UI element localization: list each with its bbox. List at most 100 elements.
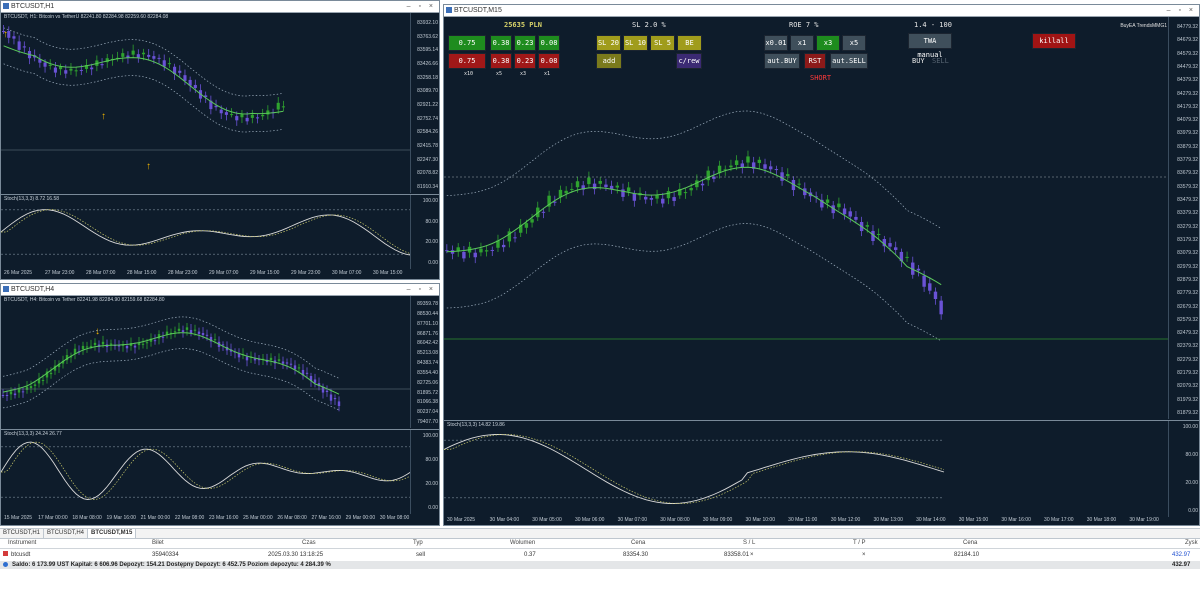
reset-button[interactable]: RST xyxy=(804,53,826,69)
multiplier-button-3[interactable]: x5 xyxy=(842,35,866,51)
upper-band-line xyxy=(446,110,942,229)
candle-body xyxy=(305,372,309,374)
stoch-pane[interactable]: Stoch(13,3,3) 8.72 16.58 100.00 80.00 20.0… xyxy=(1,194,439,269)
sell-lot-button-1[interactable]: 0.38 xyxy=(490,53,512,69)
sell-label[interactable]: SELL xyxy=(932,57,949,65)
window-titlebar[interactable]: BTCUSDT,M15 – ▫ × xyxy=(444,5,1199,17)
candle-body xyxy=(609,185,614,189)
kill-all-button[interactable]: killall xyxy=(1032,33,1076,49)
col-volume[interactable]: Wolumen xyxy=(510,540,535,546)
col-ticket[interactable]: Bilet xyxy=(152,540,164,546)
candle-body xyxy=(649,197,654,200)
candle-body xyxy=(848,211,852,217)
lower-band-line xyxy=(446,223,942,342)
close-reverse-button[interactable]: c/rew xyxy=(676,53,702,69)
candle-body xyxy=(928,283,932,291)
candle-body xyxy=(564,190,568,194)
time-tick-label: 26 Mar 2025 xyxy=(4,270,33,276)
buy-lot-button-0[interactable]: 0.75 xyxy=(448,35,486,51)
col-price[interactable]: Cena xyxy=(631,540,645,546)
window-title: BTCUSDT,H1 xyxy=(11,3,55,10)
time-tick-label: 30 Mar 07:00 xyxy=(332,270,362,276)
price-chart: ↓ xyxy=(1,316,411,412)
candle-body xyxy=(121,53,125,57)
sl-button-2[interactable]: SL 5 xyxy=(650,35,675,51)
time-tick-label: 27 Mar 16:00 xyxy=(311,515,341,521)
window-titlebar[interactable]: BTCUSDT,H4 – ▫ × xyxy=(1,284,439,296)
stoch-pane[interactable]: Stoch(13,3,3) 14.82 19.86 100.00 80.00 20.… xyxy=(444,420,1199,517)
chart-window-m15[interactable]: BTCUSDT,M15 – ▫ × 84779.32 84679.32 84579.… xyxy=(443,4,1200,526)
close-sl-icon[interactable]: × xyxy=(750,552,754,558)
sell-lot-button-2[interactable]: 0.23 xyxy=(514,53,536,69)
price-pane[interactable]: 84779.32 84679.32 84579.32 84479.32 84379.32… xyxy=(444,17,1199,419)
stoch-pane[interactable]: Stoch(13,3,3) 24.24 26.77 100.00 80.00 20.… xyxy=(1,429,439,514)
candle-body xyxy=(141,52,146,55)
axis-tick-label: 86042.42 xyxy=(417,340,438,347)
close-tp-icon[interactable]: × xyxy=(862,552,866,558)
tab-h1[interactable]: BTCUSDT,H1 xyxy=(0,529,45,538)
stoch-main-line xyxy=(444,434,945,504)
window-titlebar[interactable]: BTCUSDT,H1 – ▫ × xyxy=(1,1,439,13)
window-controls-icon[interactable]: – ▫ × xyxy=(407,284,436,295)
col-price2[interactable]: Cena xyxy=(963,540,977,546)
price-pane[interactable]: ↑ ↑ ↑ BTCUSDT, H1: Bitcoin vs TetherU 8224… xyxy=(1,13,439,193)
candle-body xyxy=(313,379,317,383)
tab-h4[interactable]: BTCUSDT,H4 xyxy=(44,529,89,538)
axis-tick-label: 83279.32 xyxy=(1177,223,1198,230)
axis-tick-label: 83554.40 xyxy=(417,369,438,376)
balance-label: 25635 PLN xyxy=(504,21,542,29)
auto-buy-button[interactable]: aut.BUY xyxy=(764,53,800,69)
chart-window-h4[interactable]: BTCUSDT,H4 – ▫ × ↓ BTCUSDT, H4: Bitcoin … xyxy=(0,283,440,526)
window-title: BTCUSDT,H4 xyxy=(11,286,55,293)
sl-button-3[interactable]: BE xyxy=(677,35,702,51)
time-tick-label: 30 Mar 13:00 xyxy=(873,517,903,523)
sl-button-0[interactable]: SL 20 xyxy=(596,35,621,51)
buy-lot-button-1[interactable]: 0.38 xyxy=(490,35,512,51)
candle-body xyxy=(101,341,105,345)
tab-m15[interactable]: BTCUSDT,M15 xyxy=(88,529,137,538)
multiplier-button-1[interactable]: x1 xyxy=(790,35,814,51)
col-time[interactable]: Czas xyxy=(302,540,316,546)
sl-button-1[interactable]: SL 10 xyxy=(623,35,648,51)
candle-body xyxy=(277,359,281,361)
col-type[interactable]: Typ xyxy=(413,540,423,546)
twa-manual-button[interactable]: TWA manual xyxy=(908,33,952,59)
multiplier-button-2[interactable]: x3 xyxy=(816,35,840,51)
candle-body xyxy=(25,386,29,390)
candle-body xyxy=(145,342,149,344)
window-controls-icon[interactable]: – ▫ × xyxy=(407,1,436,12)
candle-body xyxy=(769,166,773,170)
chart-window-h1[interactable]: BTCUSDT,H1 – ▫ × ↑ ↑ ↑ BTCUSDT, H1: Bitcoi… xyxy=(0,0,440,280)
buy-lot-button-3[interactable]: 0.08 xyxy=(538,35,560,51)
sell-lot-button-0[interactable]: 0.75 xyxy=(448,53,486,69)
candle-body xyxy=(325,390,329,392)
buy-label[interactable]: BUY xyxy=(912,57,925,65)
col-sl[interactable]: S / L xyxy=(743,540,755,546)
axis-tick-label: 81910.34 xyxy=(417,184,438,190)
auto-sell-button[interactable]: aut.SELL xyxy=(830,53,868,69)
stoch-axis: 100.00 80.00 20.00 0.00 xyxy=(410,430,439,514)
col-instrument[interactable]: Instrument xyxy=(8,540,36,546)
time-tick-label: 30 Mar 08:00 xyxy=(379,515,410,521)
axis-tick-label: 80.00 xyxy=(425,218,438,225)
col-tp[interactable]: T / P xyxy=(853,540,866,546)
multiplier-button-0[interactable]: x0.01 xyxy=(764,35,788,51)
buy-lot-button-2[interactable]: 0.23 xyxy=(514,35,536,51)
price-pane[interactable]: ↓ BTCUSDT, H4: Bitcoin vs Tether 82241.9… xyxy=(1,296,439,428)
add-button[interactable]: add xyxy=(596,53,622,69)
candle-body xyxy=(1,395,5,396)
chart-icon xyxy=(446,7,452,13)
candle-body xyxy=(79,69,83,71)
axis-tick-label: 0.00 xyxy=(428,505,438,511)
moving-average-line xyxy=(2,332,340,395)
ratio-label: 1.4 - 100 xyxy=(914,21,952,29)
sell-lot-button-3[interactable]: 0.08 xyxy=(538,53,560,69)
candle-body xyxy=(13,393,17,396)
candle-body xyxy=(837,203,841,208)
col-profit[interactable]: Zysk xyxy=(1185,540,1198,546)
axis-tick-label: 84279.32 xyxy=(1177,90,1198,97)
candle-body xyxy=(161,336,165,338)
candle-body xyxy=(615,185,619,188)
window-controls-icon[interactable]: – ▫ × xyxy=(1167,5,1196,16)
candle-body xyxy=(178,70,182,73)
